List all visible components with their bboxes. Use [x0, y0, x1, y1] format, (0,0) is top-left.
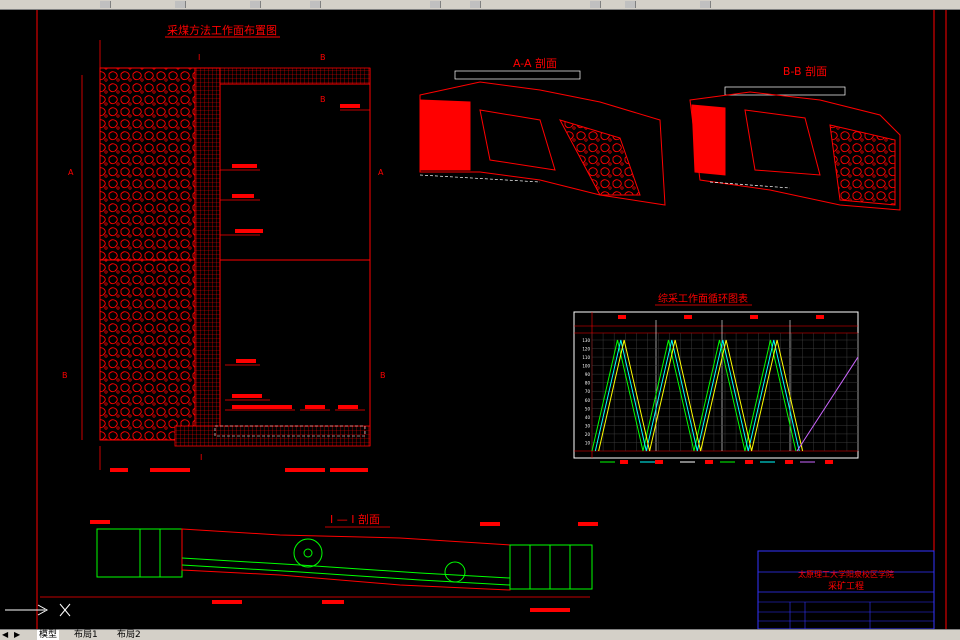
section-bb-title: B-B 剖面	[783, 64, 827, 78]
program-name: 采矿工程	[828, 580, 864, 592]
plan-view[interactable]: A A B B B B I I	[62, 40, 386, 472]
toolbar-button[interactable]	[470, 1, 481, 8]
cycle-chart[interactable]: 130 120 110 100 90 80 70 60 50 40 30 20 10	[573, 311, 859, 464]
toolbar-button[interactable]	[175, 1, 186, 8]
chart-y-tick-label: 80	[585, 381, 591, 386]
drawing-canvas[interactable]: 采煤方法工作面布置图 A A B B B B I I A-A 剖面 B-B 剖面…	[0, 10, 960, 629]
marker-a-left: A	[68, 168, 74, 177]
marker-i-bottom: I	[200, 453, 202, 462]
marker-b-top2: B	[320, 95, 326, 104]
toolbar-button[interactable]	[250, 1, 261, 8]
section-ii-title: I — I 剖面	[330, 512, 380, 526]
section-bb[interactable]	[689, 86, 901, 211]
layout-tabs: ◀ ▶ 模型 布局1 布局2	[0, 629, 960, 640]
chart-y-tick-label: 50	[585, 406, 591, 411]
marker-i-top: I	[198, 53, 200, 62]
chart-title: 综采工作面循环图表	[658, 292, 748, 305]
chart-y-tick-label: 70	[585, 389, 591, 394]
university-name: 太原理工大学阳泉校区学院	[798, 569, 894, 579]
section-aa-title: A-A 剖面	[513, 56, 557, 70]
main-title: 采煤方法工作面布置图	[167, 23, 277, 37]
toolbar-button[interactable]	[310, 1, 321, 8]
title-block: 太原理工大学阳泉校区学院 采矿工程	[757, 550, 935, 629]
chart-y-tick-label: 40	[585, 415, 591, 420]
chart-y-tick-label: 60	[585, 398, 591, 403]
marker-b-right: B	[380, 371, 386, 380]
toolbar	[0, 0, 960, 10]
marker-b-top: B	[320, 53, 326, 62]
section-aa[interactable]	[419, 70, 666, 206]
toolbar-button[interactable]	[700, 1, 711, 8]
chart-y-tick-label: 20	[585, 432, 591, 437]
toolbar-button[interactable]	[625, 1, 636, 8]
chart-y-tick-label: 30	[585, 423, 591, 428]
chart-y-tick-label: 90	[585, 372, 591, 377]
chart-y-tick-label: 100	[582, 364, 590, 369]
marker-b-left: B	[62, 371, 68, 380]
chart-y-tick-label: 120	[582, 347, 590, 352]
marker-a-right: A	[378, 168, 384, 177]
chart-y-tick-label: 110	[582, 355, 590, 360]
chart-y-tick-label: 130	[582, 338, 590, 343]
chart-y-tick-label: 10	[585, 440, 591, 445]
chart-legend	[600, 460, 833, 464]
toolbar-button[interactable]	[430, 1, 441, 8]
section-ii[interactable]	[40, 520, 598, 612]
toolbar-button[interactable]	[100, 1, 111, 8]
toolbar-button[interactable]	[590, 1, 601, 8]
